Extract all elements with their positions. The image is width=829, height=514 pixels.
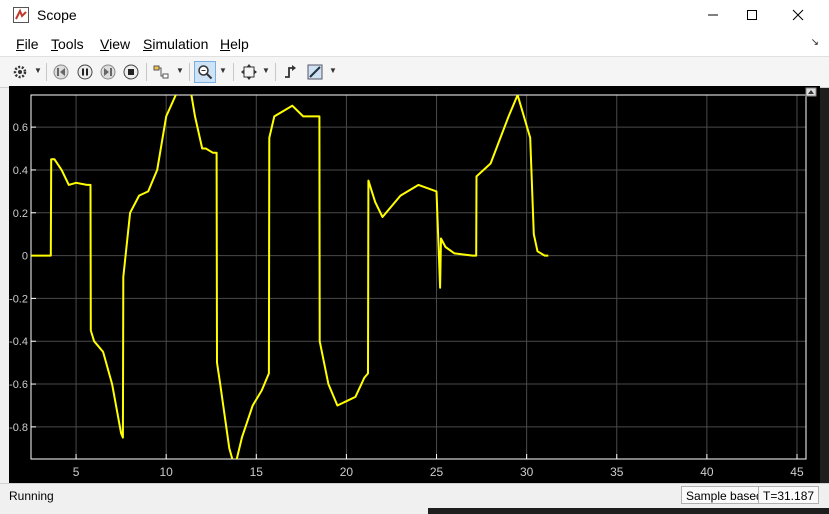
step-back-icon (53, 64, 69, 80)
settings-button[interactable] (9, 61, 31, 83)
simulation-time: T=31.187 (758, 486, 820, 504)
pause-button[interactable] (74, 61, 96, 83)
scope-plot[interactable]: 5 10 15 20 25 30 35 40 45 0.6 0.4 0.2 0 -0.2 -0.4 -0.6 -… (9, 86, 820, 483)
x-tick-label: 45 (790, 465, 804, 479)
x-tick-label: 25 (430, 465, 444, 479)
background-window-strip (820, 86, 829, 483)
menu-tools[interactable]: Tools (51, 36, 84, 52)
cursor-measurements-button[interactable] (304, 61, 326, 83)
menu-view[interactable]: View (100, 36, 130, 52)
x-tick-label: 40 (700, 465, 714, 479)
x-tick-label: 30 (520, 465, 534, 479)
highlight-dropdown-arrow[interactable]: ▼ (176, 66, 184, 75)
autoscale-dropdown-arrow[interactable]: ▼ (262, 66, 270, 75)
maximize-icon (747, 10, 757, 20)
autoscale-icon (241, 64, 257, 80)
menu-bar: File Tools View Simulation Help ↘ (0, 30, 829, 56)
plot-background (9, 86, 820, 483)
close-button[interactable] (775, 0, 821, 30)
block-diagram-icon (153, 65, 169, 79)
pause-icon (77, 64, 93, 80)
triggers-button[interactable] (280, 61, 302, 83)
cursor-measurement-icon (307, 64, 323, 80)
x-tick-label: 10 (159, 465, 173, 479)
scope-display[interactable]: 5 10 15 20 25 30 35 40 45 0.6 0.4 0.2 0 -0.2 -0.4 -0.6 -… (9, 86, 820, 483)
y-tick-label: 0.6 (13, 122, 28, 134)
toolbar-separator (189, 63, 190, 81)
step-forward-icon (100, 64, 116, 80)
toolbar-separator (46, 63, 47, 81)
background-window-strip-bottom (428, 507, 829, 514)
undock-icon[interactable]: ↘ (811, 37, 819, 48)
y-tick-label: 0.2 (13, 208, 28, 220)
toolbar: ▼ ▼ ▼ ▼ ▼ (0, 56, 829, 88)
toolbar-separator (275, 63, 276, 81)
y-tick-label: -0.6 (9, 379, 28, 391)
menu-simulation[interactable]: Simulation (143, 36, 208, 52)
step-back-button[interactable] (50, 61, 72, 83)
x-tick-label: 20 (340, 465, 354, 479)
highlight-simulink-block-button[interactable] (150, 61, 172, 83)
y-tick-label: -0.4 (9, 336, 28, 348)
settings-dropdown-arrow[interactable]: ▼ (34, 66, 42, 75)
x-tick-label: 35 (610, 465, 624, 479)
minimize-icon (708, 14, 718, 16)
zoom-in-icon (198, 65, 213, 80)
sample-mode-indicator: Sample based (681, 486, 768, 504)
y-tick-label: -0.2 (9, 293, 28, 305)
close-icon (792, 9, 804, 21)
zoom-dropdown-arrow[interactable]: ▼ (219, 66, 227, 75)
y-tick-label: 0 (22, 251, 28, 263)
x-tick-label: 15 (250, 465, 264, 479)
x-tick-label: 5 (73, 465, 80, 479)
trigger-icon (285, 65, 296, 78)
measurements-dropdown-arrow[interactable]: ▼ (329, 66, 337, 75)
zoom-in-button[interactable] (194, 61, 216, 83)
title-bar: Scope (0, 0, 829, 30)
toolbar-separator (146, 63, 147, 81)
toolbar-separator (233, 63, 234, 81)
status-bar: Running Sample based T=31.187 (0, 483, 829, 508)
y-tick-label: 0.4 (13, 165, 28, 177)
stop-icon (123, 64, 139, 80)
step-forward-button[interactable] (97, 61, 119, 83)
menu-file[interactable]: File (16, 36, 39, 52)
menu-help[interactable]: Help (220, 36, 249, 52)
maximize-button[interactable] (729, 0, 775, 30)
status-text: Running (9, 489, 54, 503)
stop-button[interactable] (120, 61, 142, 83)
autoscale-button[interactable] (238, 61, 260, 83)
y-tick-label: -0.8 (9, 422, 28, 434)
gear-icon (13, 65, 27, 79)
window-title: Scope (37, 7, 77, 23)
matlab-scope-icon (13, 7, 29, 23)
